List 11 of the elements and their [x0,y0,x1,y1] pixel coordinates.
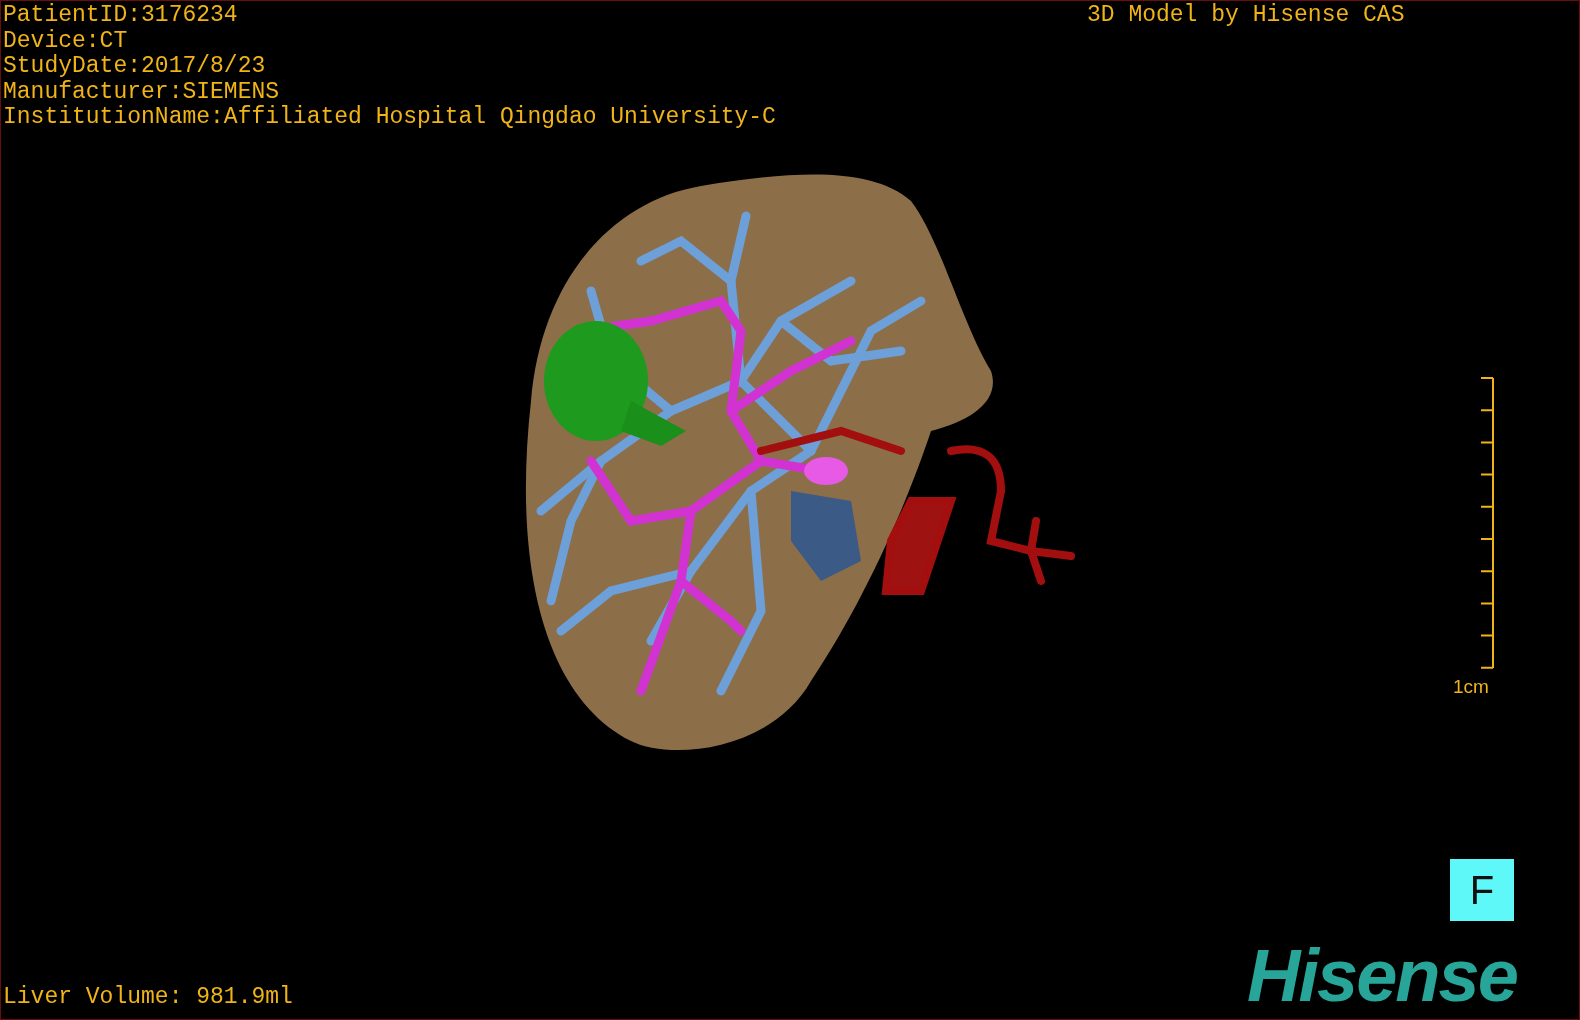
3d-viewport[interactable]: PatientID:3176234 Device:CT StudyDate:2017/8/23 Manufacturer:SIEMENS InstitutionName:Affiliated Hospital Qingdao University-C 3D Model by Hisense CAS 1cm F Liver Volume: 981.9ml Hisense [0,0,1580,1020]
orientation-marker[interactable]: F [1450,859,1514,921]
patient-info-line: PatientID:3176234 [3,3,239,29]
caption: 3D Model by Hisense CAS [1087,3,1405,28]
patient-info-line: Device:CT [3,28,129,54]
patient-info-line: InstitutionName:Affiliated Hospital Qingdao University-C [3,105,776,131]
liver-volume: Liver Volume: 981.9ml [3,985,293,1010]
brand-logo: Hisense [1247,941,1517,1011]
patient-info-line: Manufacturer:SIEMENS [3,79,281,105]
scale-label: 1cm [1453,675,1489,699]
patient-info-line: StudyDate:2017/8/23 [3,54,267,80]
